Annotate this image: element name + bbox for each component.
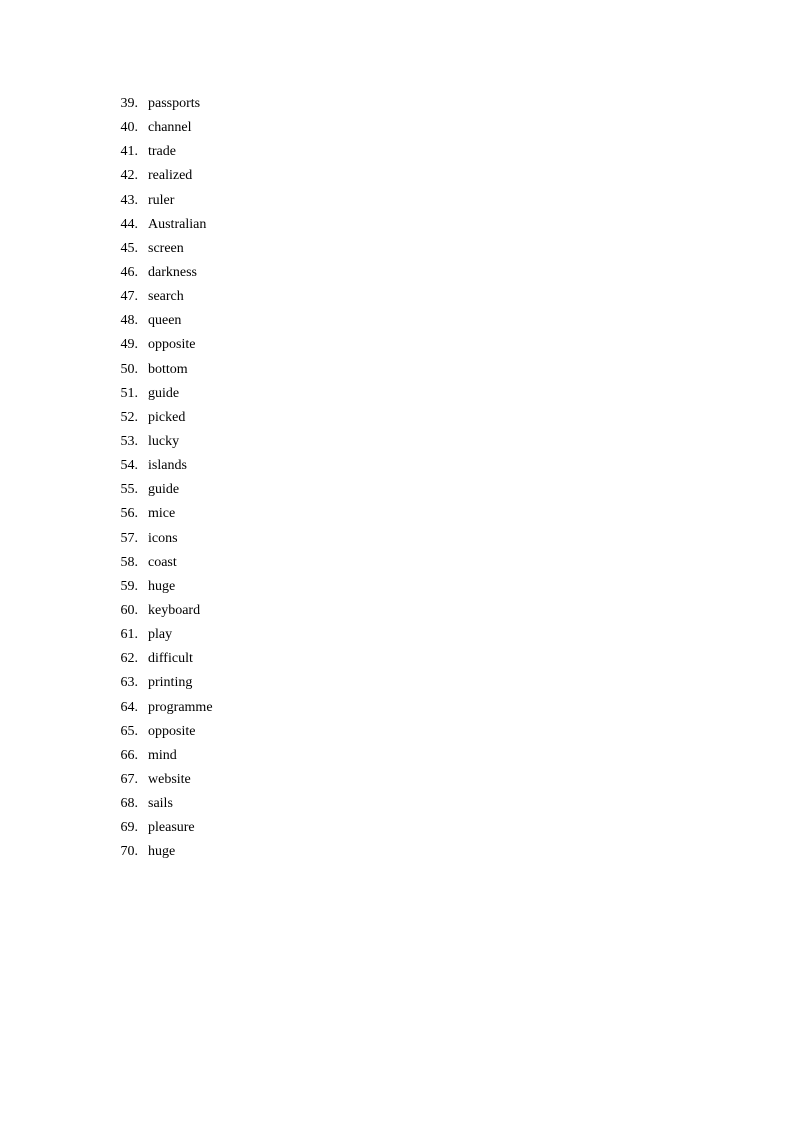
item-number: 69.: [120, 820, 139, 836]
item-number: 54.: [120, 458, 139, 474]
item-number: 61.: [120, 627, 139, 643]
item-word: difficult: [148, 651, 193, 667]
item-word: programme: [148, 699, 213, 715]
item-word: bottom: [148, 361, 188, 377]
item-word: channel: [148, 120, 192, 136]
item-word: keyboard: [148, 602, 201, 618]
item-word: mice: [148, 506, 176, 522]
item-word: darkness: [148, 264, 197, 280]
item-number: 55.: [120, 482, 139, 498]
item-number: 40.: [120, 120, 139, 136]
item-number: 51.: [120, 385, 139, 401]
item-word: search: [148, 289, 184, 305]
item-word: huge: [148, 844, 176, 860]
item-word: guide: [148, 482, 180, 498]
item-number: 65.: [120, 723, 139, 739]
item-number: 60.: [120, 602, 139, 618]
item-number: 46.: [120, 264, 139, 280]
item-number: 42.: [120, 168, 139, 184]
item-word: ruler: [148, 192, 175, 208]
item-word: opposite: [148, 337, 196, 353]
item-word: screen: [148, 240, 184, 256]
item-number: 67.: [120, 771, 139, 787]
item-word: play: [148, 627, 173, 643]
item-number: 44.: [120, 216, 139, 232]
item-word: sails: [148, 796, 173, 812]
item-number: 48.: [120, 313, 139, 329]
item-number: 41.: [120, 144, 139, 160]
item-number: 70.: [120, 844, 139, 860]
item-number: 64.: [120, 699, 139, 715]
item-word: printing: [148, 675, 193, 691]
item-word: huge: [148, 578, 176, 594]
item-number: 50.: [120, 361, 139, 377]
item-word: realized: [148, 168, 193, 184]
item-number: 57.: [120, 530, 139, 546]
item-word: picked: [148, 409, 186, 425]
item-number: 52.: [120, 409, 139, 425]
item-number: 47.: [120, 289, 139, 305]
item-number: 63.: [120, 675, 139, 691]
item-number: 66.: [120, 747, 139, 763]
item-number: 58.: [120, 554, 139, 570]
item-word: queen: [148, 313, 182, 329]
document-page: 39. passports 40. channel 41. trade 42. …: [0, 0, 794, 1123]
item-number: 53.: [120, 433, 139, 449]
item-word: islands: [148, 458, 187, 474]
item-word: Australian: [148, 216, 207, 232]
item-word: website: [148, 771, 191, 787]
item-word: mind: [148, 747, 177, 763]
item-word: trade: [148, 144, 176, 160]
item-word: icons: [148, 530, 178, 546]
item-number: 56.: [120, 506, 139, 522]
item-word: guide: [148, 385, 180, 401]
item-word: passports: [148, 96, 201, 111]
item-number: 59.: [120, 578, 139, 594]
item-number: 68.: [120, 796, 139, 812]
item-number: 45.: [120, 240, 139, 256]
item-number: 43.: [120, 192, 139, 208]
item-number: 49.: [120, 337, 139, 353]
item-word: lucky: [148, 433, 180, 449]
item-word: coast: [148, 554, 177, 570]
item-number: 39.: [120, 96, 139, 111]
item-word: opposite: [148, 723, 196, 739]
item-number: 62.: [120, 651, 139, 667]
item-word: pleasure: [148, 820, 195, 836]
